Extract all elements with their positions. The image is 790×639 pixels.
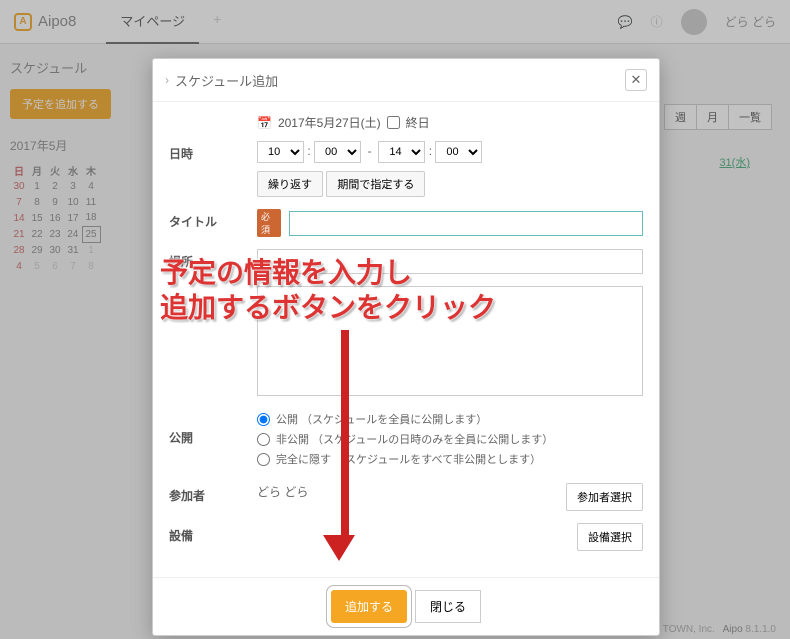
end-min-select[interactable]: 00 bbox=[435, 141, 482, 163]
close-button[interactable]: ✕ bbox=[625, 69, 647, 91]
member-select-button[interactable]: 参加者選択 bbox=[566, 483, 643, 511]
label-publish: 公開 bbox=[169, 411, 257, 446]
date-line: 📅 2017年5月27日(土) 終日 bbox=[257, 114, 643, 131]
range-button[interactable]: 期間で指定する bbox=[326, 171, 425, 197]
chevron-icon: › bbox=[165, 73, 169, 87]
required-badge: 必須 bbox=[257, 209, 281, 237]
cancel-button[interactable]: 閉じる bbox=[415, 590, 481, 623]
modal-header: › スケジュール追加 ✕ bbox=[153, 59, 659, 102]
selected-date: 2017年5月27日(土) bbox=[278, 114, 381, 131]
member-value: どら どら bbox=[257, 485, 308, 499]
modal-footer: 追加する 閉じる bbox=[153, 577, 659, 635]
start-min-select[interactable]: 00 bbox=[314, 141, 361, 163]
label-datetime: 日時 bbox=[169, 141, 257, 162]
title-input[interactable] bbox=[289, 211, 643, 236]
memo-textarea[interactable] bbox=[257, 286, 643, 396]
modal-title: スケジュール追加 bbox=[175, 71, 278, 90]
start-hour-select[interactable]: 10 bbox=[257, 141, 304, 163]
calendar-icon[interactable]: 📅 bbox=[257, 116, 272, 130]
label-title: タイトル bbox=[169, 209, 257, 230]
end-hour-select[interactable]: 14 bbox=[378, 141, 425, 163]
repeat-button[interactable]: 繰り返す bbox=[257, 171, 323, 197]
label-facility: 設備 bbox=[169, 523, 257, 544]
publish-radio-public[interactable] bbox=[257, 413, 270, 426]
label-members: 参加者 bbox=[169, 483, 257, 504]
schedule-add-modal: › スケジュール追加 ✕ 📅 2017年5月27日(土) 終日 日時 10 : … bbox=[152, 58, 660, 636]
publish-radio-private[interactable] bbox=[257, 433, 270, 446]
allday-checkbox[interactable] bbox=[387, 116, 400, 129]
label-location: 場所 bbox=[169, 249, 257, 270]
location-input[interactable] bbox=[257, 249, 643, 274]
facility-select-button[interactable]: 設備選択 bbox=[577, 523, 643, 551]
publish-radio-hidden[interactable] bbox=[257, 453, 270, 466]
submit-button[interactable]: 追加する bbox=[331, 590, 407, 623]
label-memo bbox=[169, 286, 257, 290]
allday-label: 終日 bbox=[406, 114, 430, 131]
